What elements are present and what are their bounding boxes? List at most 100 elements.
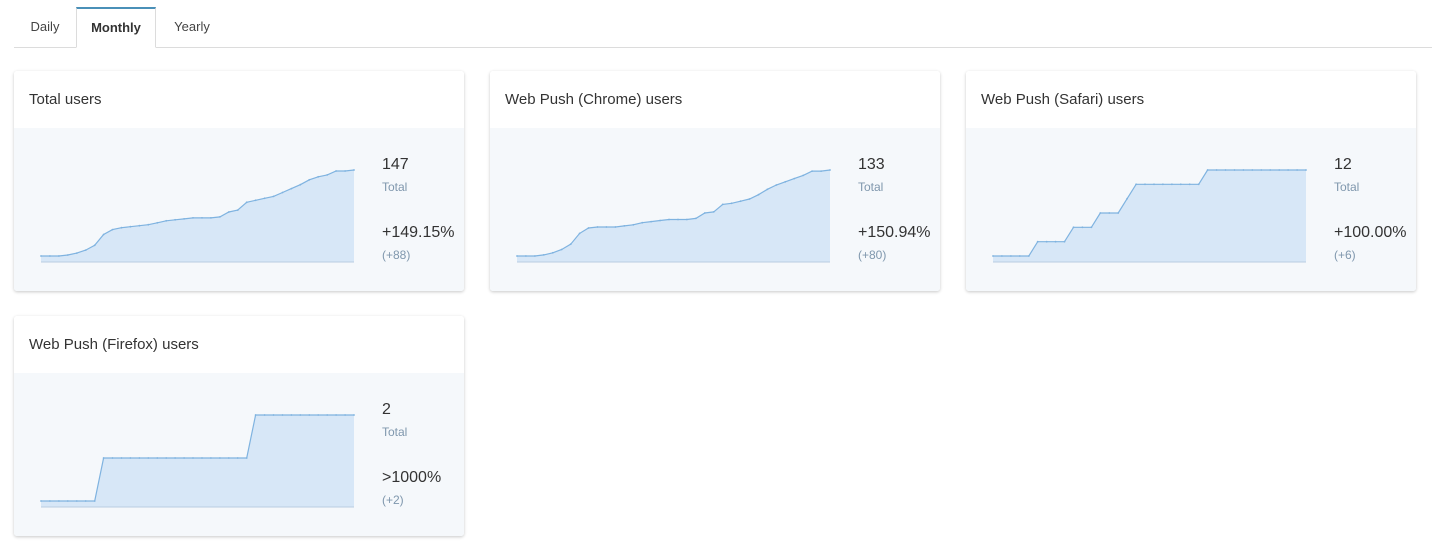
total-label: Total xyxy=(858,180,884,194)
data-point-15 xyxy=(174,457,177,459)
data-point-24 xyxy=(730,202,733,205)
total-label: Total xyxy=(1334,180,1360,194)
data-point-1 xyxy=(525,255,527,257)
data-point-25 xyxy=(263,414,266,416)
data-point-7 xyxy=(102,233,105,236)
data-point-34 xyxy=(820,170,822,172)
data-point-1 xyxy=(49,500,51,502)
users-area-chart xyxy=(40,414,355,508)
data-point-14 xyxy=(1117,212,1120,214)
data-point-27 xyxy=(757,193,760,196)
data-point-13 xyxy=(1108,212,1111,214)
tab-yearly[interactable]: Yearly xyxy=(156,7,228,47)
data-point-11 xyxy=(138,457,141,459)
data-point-11 xyxy=(1090,226,1093,229)
data-point-33 xyxy=(1287,169,1289,171)
card-total-users: Total users 147 Total +149.15% (+88) xyxy=(14,71,464,291)
data-point-18 xyxy=(1153,183,1155,186)
users-area-chart xyxy=(40,169,355,263)
data-point-30 xyxy=(308,414,311,416)
total-label: Total xyxy=(382,425,408,439)
data-point-26 xyxy=(1224,169,1227,171)
data-point-28 xyxy=(290,187,293,190)
data-point-21 xyxy=(1179,183,1182,186)
data-point-10 xyxy=(129,225,132,228)
data-point-2 xyxy=(58,255,60,257)
data-point-15 xyxy=(650,220,652,223)
data-point-33 xyxy=(335,170,337,172)
data-point-4 xyxy=(75,252,78,254)
data-point-12 xyxy=(623,225,626,227)
data-point-28 xyxy=(766,188,769,191)
change-percent: +149.15% xyxy=(382,224,455,241)
data-point-25 xyxy=(263,197,266,200)
data-point-12 xyxy=(147,457,150,459)
card-body: 2 Total >1000% (+2) xyxy=(14,373,464,536)
data-point-0 xyxy=(40,255,42,257)
data-point-6 xyxy=(93,500,96,502)
data-point-33 xyxy=(335,414,337,416)
data-point-20 xyxy=(695,217,697,220)
data-point-0 xyxy=(992,255,994,257)
data-point-5 xyxy=(84,249,87,251)
card-chrome-users: Web Push (Chrome) users 133 Total +150.9… xyxy=(490,71,940,291)
tab-monthly[interactable]: Monthly xyxy=(76,7,156,48)
data-point-20 xyxy=(219,457,221,459)
data-point-18 xyxy=(201,217,203,219)
data-point-29 xyxy=(299,414,302,416)
data-point-35 xyxy=(353,169,355,171)
data-point-25 xyxy=(739,200,742,203)
data-point-11 xyxy=(614,226,617,228)
data-point-22 xyxy=(236,209,239,211)
data-point-34 xyxy=(344,170,346,172)
data-point-19 xyxy=(210,457,212,459)
data-point-10 xyxy=(605,226,608,228)
users-area-chart xyxy=(516,169,831,263)
data-point-23 xyxy=(1197,183,1200,186)
data-point-7 xyxy=(578,232,581,235)
data-point-2 xyxy=(58,500,60,502)
card-title: Web Push (Chrome) users xyxy=(490,71,940,128)
data-point-9 xyxy=(120,457,123,459)
card-title: Total users xyxy=(14,71,464,128)
change-delta: (+80) xyxy=(858,248,887,262)
data-point-15 xyxy=(174,218,177,221)
data-point-4 xyxy=(1027,255,1030,257)
data-point-29 xyxy=(775,184,778,186)
card-firefox-users: Web Push (Firefox) users 2 Total >1000% … xyxy=(14,316,464,536)
data-point-8 xyxy=(111,228,114,231)
data-point-8 xyxy=(1063,240,1066,243)
data-point-6 xyxy=(569,243,572,246)
data-point-3 xyxy=(66,500,69,502)
data-point-9 xyxy=(120,226,123,229)
period-tabs: Daily Monthly Yearly xyxy=(14,7,1432,48)
data-point-32 xyxy=(326,174,329,176)
data-point-20 xyxy=(1171,183,1173,186)
data-point-21 xyxy=(703,212,706,214)
tab-daily[interactable]: Daily xyxy=(14,7,76,47)
data-point-13 xyxy=(156,221,159,224)
data-point-35 xyxy=(829,169,831,171)
data-point-32 xyxy=(1278,169,1281,171)
data-point-35 xyxy=(353,414,355,416)
change-delta: (+6) xyxy=(1334,248,1356,262)
data-point-27 xyxy=(1233,169,1236,171)
card-safari-users: Web Push (Safari) users 12 Total +100.00… xyxy=(966,71,1416,291)
data-point-14 xyxy=(165,457,168,459)
data-point-27 xyxy=(281,191,284,194)
data-point-33 xyxy=(811,170,813,172)
data-point-0 xyxy=(516,255,518,257)
users-area-chart xyxy=(992,169,1307,263)
data-point-4 xyxy=(551,251,554,254)
series-area xyxy=(41,415,354,507)
card-title: Web Push (Safari) users xyxy=(966,71,1416,128)
data-point-29 xyxy=(1251,169,1254,171)
data-point-21 xyxy=(227,211,230,213)
data-point-3 xyxy=(1018,255,1021,257)
change-percent: >1000% xyxy=(382,469,442,486)
total-label: Total xyxy=(382,180,408,194)
data-point-5 xyxy=(84,500,87,502)
total-value: 12 xyxy=(1334,156,1352,173)
change-delta: (+2) xyxy=(382,493,404,507)
data-point-6 xyxy=(93,244,96,247)
